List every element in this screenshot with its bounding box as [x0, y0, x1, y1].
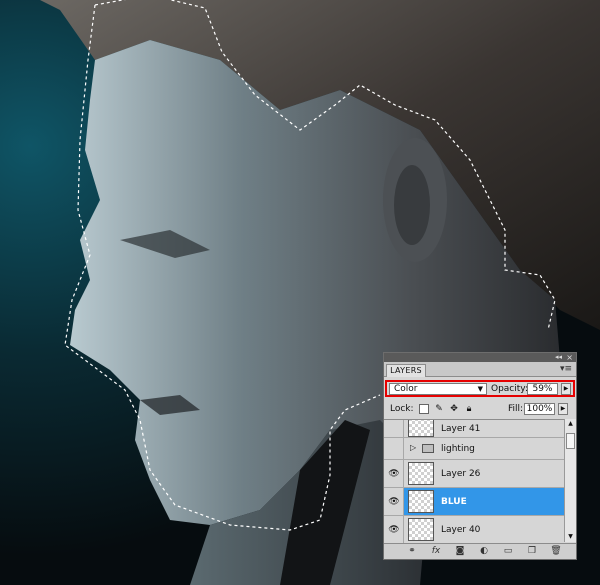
- layer-row[interactable]: 👁︎ Layer 26: [384, 460, 564, 488]
- lock-label: Lock:: [390, 404, 414, 414]
- panel-menu-icon[interactable]: ▾≡: [560, 364, 572, 374]
- opacity-label: Opacity:: [491, 384, 528, 394]
- adjustment-icon[interactable]: ◐: [478, 546, 490, 557]
- lock-move-icon[interactable]: ✥: [449, 404, 459, 414]
- lock-transparency-icon[interactable]: [419, 404, 429, 414]
- layer-thumbnail: [408, 518, 434, 541]
- layer-name: lighting: [441, 444, 475, 454]
- visibility-toggle[interactable]: 👁︎: [384, 516, 404, 543]
- visibility-toggle[interactable]: 👁︎: [384, 460, 404, 487]
- layer-row[interactable]: 👁︎ Layer 40: [384, 516, 564, 543]
- panel-tab-row: LAYERS ▾≡: [384, 362, 576, 377]
- layer-name: BLUE: [441, 497, 467, 507]
- layer-row[interactable]: ▷ lighting: [384, 438, 564, 460]
- panel-bottom-toolbar: ⚭ fx ◙ ◐ ▭ ❐ 🗑︎: [384, 543, 576, 559]
- opacity-field[interactable]: 59%: [527, 383, 558, 395]
- lock-paint-icon[interactable]: ✎: [434, 404, 444, 414]
- blend-mode-value: Color: [394, 384, 418, 394]
- scroll-thumb[interactable]: [566, 433, 575, 449]
- new-layer-icon[interactable]: ❐: [526, 546, 538, 557]
- mask-icon[interactable]: ◙: [454, 546, 466, 557]
- visibility-toggle[interactable]: [384, 420, 404, 437]
- folder-icon: [422, 444, 434, 453]
- opacity-slider-button[interactable]: ▶: [561, 383, 571, 395]
- layer-thumbnail: [408, 490, 434, 513]
- layer-name: Layer 26: [441, 469, 481, 479]
- visibility-toggle[interactable]: [384, 438, 404, 459]
- new-group-icon[interactable]: ▭: [502, 546, 514, 557]
- layer-name: Layer 40: [441, 525, 481, 535]
- scroll-down-icon[interactable]: ▼: [565, 532, 576, 542]
- fx-icon[interactable]: fx: [430, 546, 442, 557]
- collapse-icon[interactable]: ◂◂: [555, 353, 562, 362]
- chevron-down-icon: ▼: [477, 385, 483, 393]
- tab-layers[interactable]: LAYERS: [386, 364, 426, 377]
- fill-field[interactable]: 100%: [524, 403, 555, 415]
- panel-title-strip: ◂◂ ×: [384, 353, 576, 362]
- lock-all-icon[interactable]: 🔒︎: [464, 404, 474, 414]
- layer-thumbnail: [408, 420, 434, 437]
- link-icon[interactable]: ⚭: [406, 546, 418, 557]
- layer-thumbnail: [408, 462, 434, 485]
- layer-row[interactable]: 👁︎ BLUE: [384, 488, 564, 516]
- layer-name: Layer 41: [441, 424, 481, 434]
- blend-mode-select[interactable]: Color ▼: [389, 383, 487, 395]
- fill-slider-button[interactable]: ▶: [558, 403, 568, 415]
- trash-icon[interactable]: 🗑︎: [550, 546, 562, 557]
- lock-row: Lock: ✎ ✥ 🔒︎ Fill: 100% ▶: [384, 401, 576, 418]
- blend-opacity-callout: Color ▼ Opacity: 59% ▶: [385, 380, 575, 397]
- scroll-up-icon[interactable]: ▲: [565, 419, 576, 429]
- visibility-toggle[interactable]: 👁︎: [384, 488, 404, 515]
- eye-icon: 👁︎: [388, 496, 400, 507]
- layer-scrollbar[interactable]: ▲ ▼: [564, 419, 576, 542]
- ear-inner: [394, 165, 430, 245]
- expand-triangle-icon[interactable]: ▷: [410, 443, 416, 452]
- layer-row[interactable]: Layer 41: [384, 420, 564, 438]
- eye-icon: 👁︎: [388, 524, 400, 535]
- fill-label: Fill:: [508, 404, 524, 414]
- layer-list: Layer 41 ▷ lighting 👁︎ Layer 26 👁︎ BLUE: [384, 419, 564, 543]
- eye-icon: 👁︎: [388, 468, 400, 479]
- close-icon[interactable]: ×: [566, 353, 573, 362]
- layers-panel: ◂◂ × LAYERS ▾≡ Color ▼ Opacity: 59% ▶ Lo…: [383, 352, 577, 560]
